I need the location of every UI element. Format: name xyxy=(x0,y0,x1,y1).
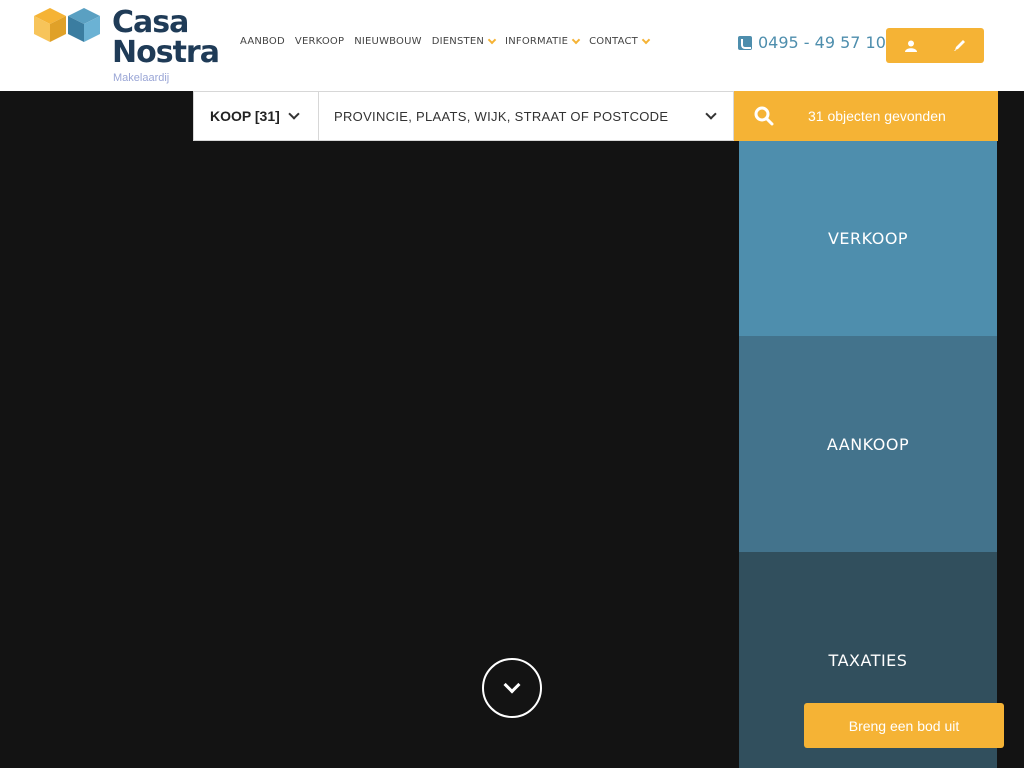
chevron-down-icon xyxy=(503,676,521,694)
nav-item-verkoop[interactable]: VERKOOP xyxy=(295,36,344,47)
listing-type-value: KOOP [31] xyxy=(210,108,280,124)
site-header: Casa Nostra Makelaardij AANBOD VERKOOP N… xyxy=(0,0,1024,91)
chevron-down-icon xyxy=(641,35,651,44)
listing-type-select[interactable]: KOOP [31] xyxy=(193,91,319,141)
nav-label: NIEUWBOUW xyxy=(354,36,422,47)
nav-item-diensten[interactable]: DIENSTEN xyxy=(431,35,497,47)
logo-wordmark: Casa Nostra xyxy=(112,5,220,70)
chevron-down-icon xyxy=(487,35,497,44)
panel-label: TAXATIES xyxy=(828,650,908,670)
search-bar: KOOP [31] PROVINCIE, PLAATS, WIJK, STRAA… xyxy=(193,91,998,141)
nav-item-contact[interactable]: CONTACT xyxy=(589,35,651,47)
nav-item-informatie[interactable]: INFORMATIE xyxy=(505,35,581,47)
panel-aankoop[interactable]: AANKOOP xyxy=(739,336,997,552)
user-icon xyxy=(904,40,917,52)
main-nav: AANBOD VERKOOP NIEUWBOUW DIENSTEN INFORM… xyxy=(240,35,651,47)
nav-label: INFORMATIE xyxy=(505,36,569,47)
location-search-input[interactable]: PROVINCIE, PLAATS, WIJK, STRAAT OF POSTC… xyxy=(319,91,734,141)
nav-item-nieuwbouw[interactable]: NIEUWBOUW xyxy=(354,36,422,47)
results-count: 31 objecten gevonden xyxy=(808,108,946,124)
phone-icon xyxy=(738,35,752,50)
register-button[interactable] xyxy=(935,28,984,63)
panel-label: VERKOOP xyxy=(827,229,909,248)
scroll-down-button[interactable] xyxy=(482,658,542,718)
nav-label: AANBOD xyxy=(240,36,285,47)
make-offer-label: Breng een bod uit xyxy=(848,717,960,734)
logo[interactable]: Casa Nostra Makelaardij xyxy=(34,6,224,86)
account-button[interactable] xyxy=(886,28,935,63)
search-icon xyxy=(754,106,774,126)
logo-subtitle: Makelaardij xyxy=(113,72,170,84)
search-button[interactable]: 31 objecten gevonden xyxy=(734,91,998,141)
nav-label: VERKOOP xyxy=(294,36,345,47)
logo-line2: Nostra xyxy=(112,35,220,70)
make-offer-button[interactable]: Breng een bod uit xyxy=(804,703,1004,748)
chevron-down-icon xyxy=(705,108,717,120)
location-placeholder: PROVINCIE, PLAATS, WIJK, STRAAT OF POSTC… xyxy=(334,108,669,124)
logo-line1: Casa xyxy=(112,5,189,40)
nav-item-aanbod[interactable]: AANBOD xyxy=(240,36,285,47)
panel-label: AANKOOP xyxy=(826,434,910,454)
logo-cube-icon xyxy=(34,8,100,42)
header-action-buttons xyxy=(886,28,984,63)
chevron-down-icon xyxy=(571,35,581,44)
chevron-down-icon xyxy=(288,108,300,120)
panel-verkoop[interactable]: VERKOOP xyxy=(739,141,997,336)
nav-label: DIENSTEN xyxy=(431,36,485,47)
pencil-icon xyxy=(954,40,965,51)
phone-number: 0495 - 49 57 10 xyxy=(758,33,886,52)
nav-label: CONTACT xyxy=(589,36,638,47)
phone-link[interactable]: 0495 - 49 57 10 xyxy=(738,33,886,52)
